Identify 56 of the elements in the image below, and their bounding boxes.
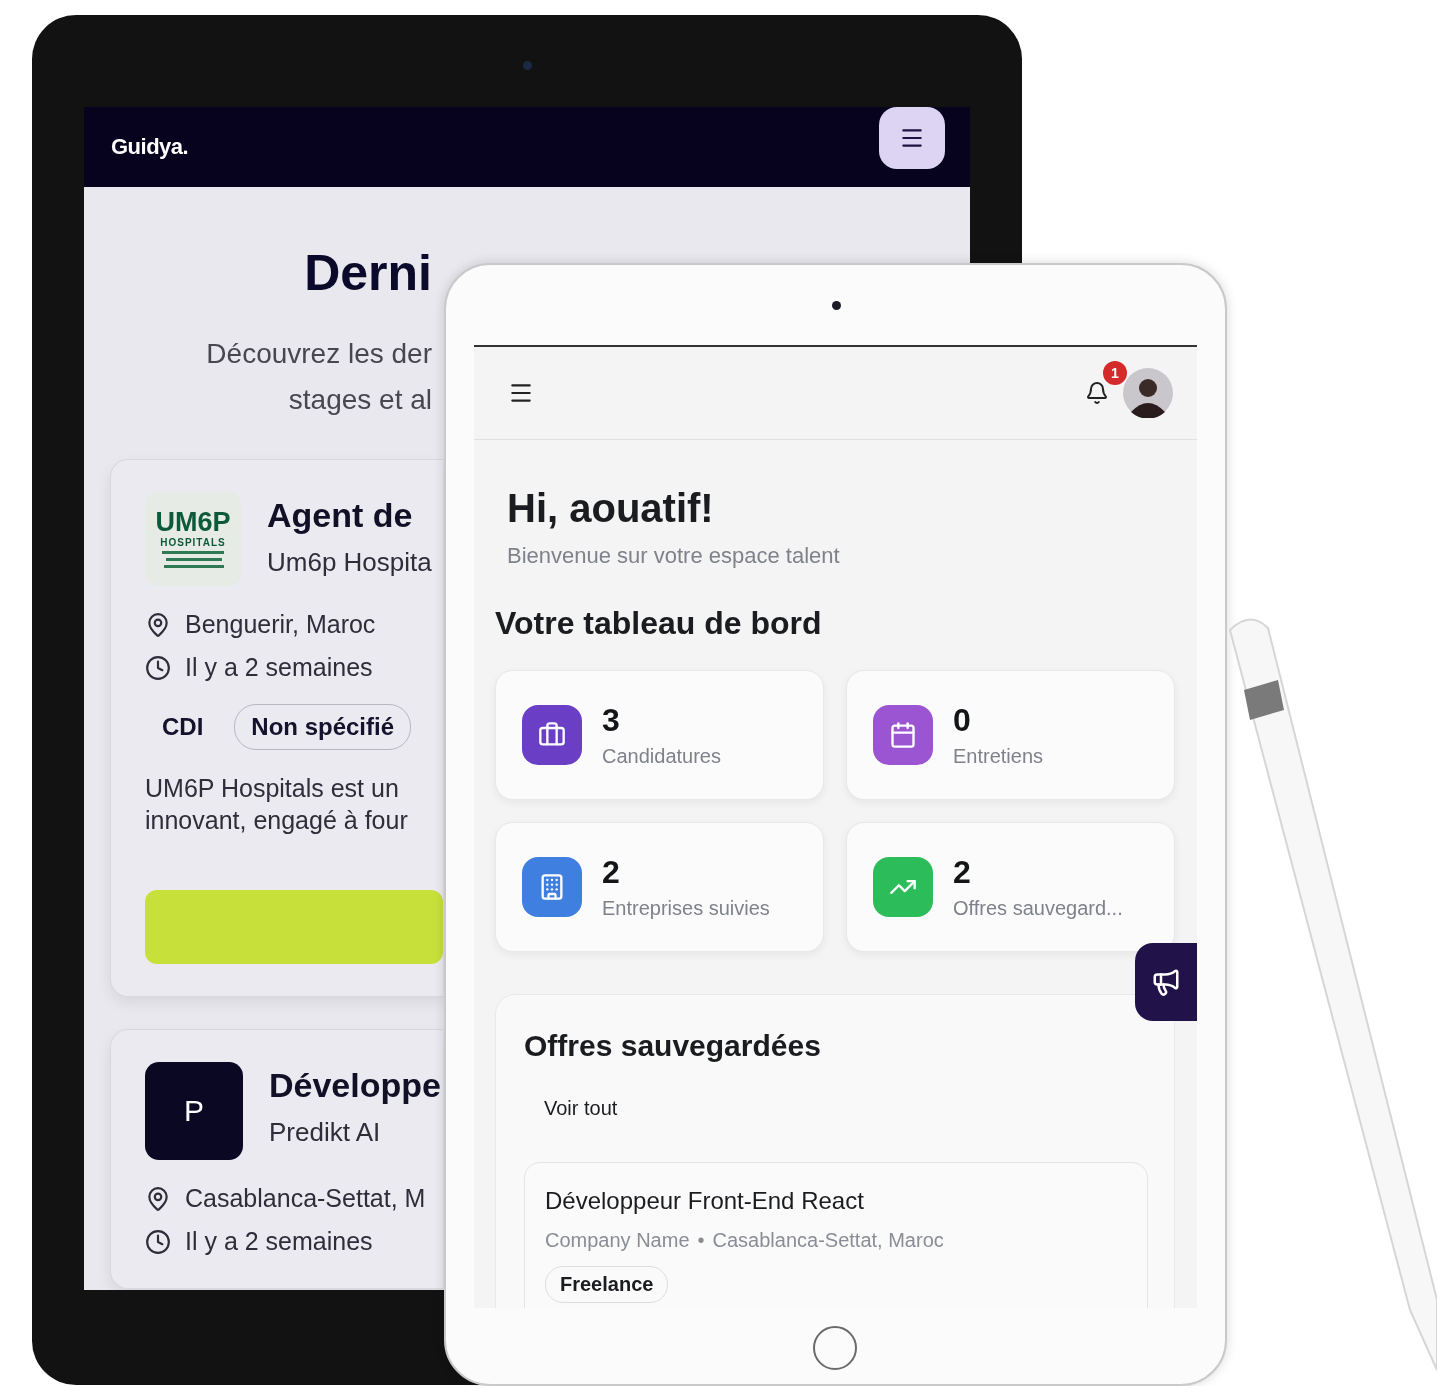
home-button[interactable] — [812, 1326, 857, 1370]
greeting: Hi, aouatif! — [506, 486, 715, 531]
menu-button[interactable] — [879, 107, 945, 169]
posted-time: Il y a 2 semaines — [185, 1227, 373, 1256]
job-type-tag: Freelance — [545, 1266, 669, 1303]
stat-value: 3 — [602, 702, 621, 739]
offer-card[interactable]: UM6P HOSPITALS Agent de Um6p Hospita Benguerir, Maroc Il y a 2 semaines CDI Non spécifié UM6P Hospitals est un innovant, engagé à four — [110, 459, 443, 997]
see-all-link[interactable]: Voir tout — [544, 1097, 618, 1120]
description-line: innovant, engagé à four — [145, 805, 409, 836]
company-name: Um6p Hospita — [267, 547, 432, 578]
welcome-text: Bienvenue sur votre espace talent — [506, 543, 841, 569]
page-heading: Derni — [304, 244, 432, 303]
camera-icon — [523, 61, 532, 70]
subtitle-line: stages et al — [288, 383, 432, 417]
description-line: UM6P Hospitals est un — [145, 773, 400, 804]
clock-icon — [145, 1228, 171, 1255]
megaphone-icon — [1151, 967, 1181, 997]
job-card[interactable]: Développeur Front-End React Company Name • Casablanca-Settat, Maroc Freelance — [524, 1162, 1148, 1308]
avatar[interactable] — [1123, 368, 1173, 418]
notification-badge: 1 — [1103, 361, 1127, 385]
stat-label: Entretiens — [953, 745, 1044, 768]
camera-icon — [831, 301, 841, 310]
subtitle-line: Découvrez les der — [206, 337, 432, 371]
section-title: Votre tableau de bord — [495, 605, 823, 642]
offer-card[interactable]: P Développe Predikt AI Casablanca-Settat, M Il y a 2 semaines — [110, 1029, 443, 1289]
location-text: Benguerir, Maroc — [185, 610, 376, 639]
stat-value: 2 — [602, 854, 621, 891]
location-pin-icon — [145, 1185, 171, 1212]
company-logo: UM6P HOSPITALS — [145, 492, 241, 586]
stat-card[interactable]: 2 Offres sauvegard... — [846, 822, 1175, 952]
stat-value: 0 — [953, 702, 972, 739]
stat-card[interactable]: 3 Candidatures — [495, 670, 824, 800]
posted-time: Il y a 2 semaines — [185, 653, 373, 682]
location-text: Casablanca-Settat, M — [185, 1184, 426, 1213]
offer-title: Agent de — [267, 496, 414, 535]
stat-label: Entreprises suivies — [602, 897, 770, 920]
company-name: Company Name — [545, 1229, 690, 1252]
offer-title: Développe — [269, 1066, 441, 1105]
stat-card[interactable]: 2 Entreprises suivies — [495, 822, 824, 952]
job-title: Développeur Front-End React — [545, 1187, 865, 1215]
stat-label: Candidatures — [602, 745, 721, 768]
stat-value: 2 — [953, 854, 972, 891]
company-name: Predikt AI — [269, 1117, 382, 1148]
tag: Non spécifié — [234, 704, 412, 750]
location-pin-icon — [145, 611, 171, 638]
card-title: Offres sauvegardées — [524, 1029, 822, 1063]
logo[interactable]: Guidya. — [111, 134, 189, 160]
clock-icon — [145, 654, 171, 681]
separator-dot: • — [697, 1229, 705, 1252]
stat-label: Offres sauvegard... — [953, 897, 1123, 920]
stat-card[interactable]: 0 Entretiens — [846, 670, 1175, 800]
bell-icon[interactable] — [1085, 381, 1109, 405]
job-location: Casablanca-Settat, Maroc — [712, 1229, 944, 1252]
company-logo: P — [145, 1062, 243, 1160]
feedback-button[interactable] — [1135, 943, 1197, 1021]
tag: CDI — [145, 704, 221, 750]
